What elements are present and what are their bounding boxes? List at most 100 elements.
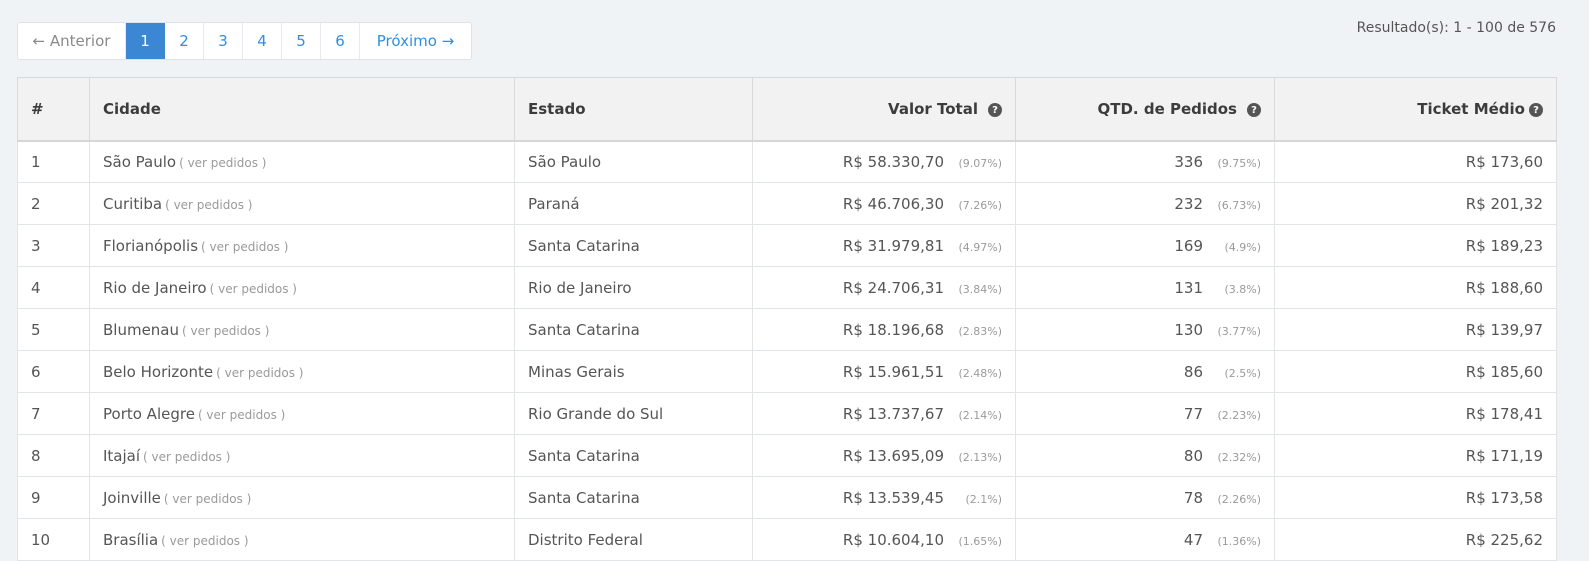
row-city: Itajaí( ver pedidos ) <box>89 434 515 477</box>
orders-value: 336 <box>1174 152 1203 171</box>
orders-value: 86 <box>1183 362 1203 381</box>
city-name: Porto Alegre <box>103 404 195 423</box>
pagination: ← Anterior 1 2 3 4 5 6 Próximo → <box>17 22 472 60</box>
row-orders: 80 (2.32%) <box>1015 434 1275 477</box>
total-value: R$ 15.961,51 <box>842 362 944 381</box>
page-button-2[interactable]: 2 <box>165 23 204 59</box>
table-row: 3 Florianópolis( ver pedidos ) Santa Cat… <box>17 224 1557 267</box>
row-index: 10 <box>17 518 90 561</box>
page-button-3[interactable]: 3 <box>204 23 243 59</box>
table-row: 5 Blumenau( ver pedidos ) Santa Catarina… <box>17 308 1557 351</box>
row-city: Porto Alegre( ver pedidos ) <box>89 392 515 435</box>
orders-percent: (2.5%) <box>1224 366 1261 380</box>
total-percent: (2.13%) <box>958 450 1002 464</box>
view-orders-link[interactable]: ( ver pedidos ) <box>201 240 288 254</box>
row-ticket: R$ 139,97 <box>1274 308 1557 351</box>
row-ticket: R$ 171,19 <box>1274 434 1557 477</box>
view-orders-link[interactable]: ( ver pedidos ) <box>198 408 285 422</box>
row-index: 4 <box>17 266 90 309</box>
page-button-4[interactable]: 4 <box>243 23 282 59</box>
total-value: R$ 18.196,68 <box>842 320 944 339</box>
view-orders-link[interactable]: ( ver pedidos ) <box>182 324 269 338</box>
row-total: R$ 24.706,31 (3.84%) <box>752 266 1016 309</box>
row-orders: 336 (9.75%) <box>1015 140 1275 183</box>
row-city: Brasília( ver pedidos ) <box>89 518 515 561</box>
orders-value: 78 <box>1183 488 1203 507</box>
view-orders-link[interactable]: ( ver pedidos ) <box>210 282 297 296</box>
row-orders: 131 (3.8%) <box>1015 266 1275 309</box>
header-total-label: Valor Total <box>888 99 978 118</box>
table-row: 7 Porto Alegre( ver pedidos ) Rio Grande… <box>17 392 1557 435</box>
view-orders-link[interactable]: ( ver pedidos ) <box>179 156 266 170</box>
city-name: Florianópolis <box>103 236 199 255</box>
page-button-5[interactable]: 5 <box>282 23 321 59</box>
total-percent: (1.65%) <box>958 534 1002 548</box>
row-total: R$ 10.604,10 (1.65%) <box>752 518 1016 561</box>
table-row: 10 Brasília( ver pedidos ) Distrito Fede… <box>17 518 1557 561</box>
total-percent: (3.84%) <box>958 282 1002 296</box>
city-name: Belo Horizonte <box>103 362 214 381</box>
view-orders-link[interactable]: ( ver pedidos ) <box>165 198 252 212</box>
total-value: R$ 13.695,09 <box>842 446 944 465</box>
row-index: 5 <box>17 308 90 351</box>
orders-percent: (1.36%) <box>1217 534 1261 548</box>
header-total[interactable]: Valor Total? <box>752 77 1016 142</box>
row-city: Joinville( ver pedidos ) <box>89 476 515 519</box>
question-circle-icon[interactable]: ? <box>1247 103 1261 118</box>
header-city[interactable]: Cidade <box>89 77 515 142</box>
row-index: 1 <box>17 140 90 183</box>
header-orders[interactable]: QTD. de Pedidos? <box>1015 77 1275 142</box>
row-ticket: R$ 173,60 <box>1274 140 1557 183</box>
row-total: R$ 15.961,51 (2.48%) <box>752 350 1016 393</box>
row-ticket: R$ 185,60 <box>1274 350 1557 393</box>
table-row: 6 Belo Horizonte( ver pedidos ) Minas Ge… <box>17 350 1557 393</box>
total-value: R$ 58.330,70 <box>842 152 944 171</box>
page-button-6[interactable]: 6 <box>321 23 360 59</box>
row-ticket: R$ 178,41 <box>1274 392 1557 435</box>
row-state: Minas Gerais <box>514 350 753 393</box>
orders-value: 80 <box>1183 446 1203 465</box>
row-total: R$ 13.539,45 (2.1%) <box>752 476 1016 519</box>
question-circle-icon[interactable]: ? <box>988 103 1002 118</box>
orders-value: 232 <box>1174 194 1203 213</box>
row-orders: 78 (2.26%) <box>1015 476 1275 519</box>
total-percent: (7.26%) <box>958 198 1002 212</box>
row-ticket: R$ 188,60 <box>1274 266 1557 309</box>
table-row: 8 Itajaí( ver pedidos ) Santa Catarina R… <box>17 434 1557 477</box>
table-row: 2 Curitiba( ver pedidos ) Paraná R$ 46.7… <box>17 182 1557 225</box>
row-orders: 86 (2.5%) <box>1015 350 1275 393</box>
header-state[interactable]: Estado <box>514 77 753 142</box>
orders-percent: (4.9%) <box>1224 240 1261 254</box>
total-value: R$ 46.706,30 <box>842 194 944 213</box>
row-orders: 47 (1.36%) <box>1015 518 1275 561</box>
question-circle-icon[interactable]: ? <box>1529 103 1543 118</box>
view-orders-link[interactable]: ( ver pedidos ) <box>216 366 303 380</box>
total-percent: (2.14%) <box>958 408 1002 422</box>
row-ticket: R$ 189,23 <box>1274 224 1557 267</box>
next-page-button[interactable]: Próximo → <box>360 23 471 59</box>
total-value: R$ 24.706,31 <box>842 278 944 297</box>
orders-percent: (2.26%) <box>1217 492 1261 506</box>
row-city: Florianópolis( ver pedidos ) <box>89 224 515 267</box>
city-name: Blumenau <box>103 320 180 339</box>
view-orders-link[interactable]: ( ver pedidos ) <box>161 534 248 548</box>
total-percent: (9.07%) <box>958 156 1002 170</box>
orders-percent: (2.23%) <box>1217 408 1261 422</box>
total-value: R$ 13.539,45 <box>842 488 944 507</box>
row-orders: 232 (6.73%) <box>1015 182 1275 225</box>
total-percent: (2.83%) <box>958 324 1002 338</box>
prev-page-button[interactable]: ← Anterior <box>18 23 126 59</box>
row-index: 6 <box>17 350 90 393</box>
view-orders-link[interactable]: ( ver pedidos ) <box>143 450 230 464</box>
row-total: R$ 46.706,30 (7.26%) <box>752 182 1016 225</box>
row-orders: 130 (3.77%) <box>1015 308 1275 351</box>
table-row: 4 Rio de Janeiro( ver pedidos ) Rio de J… <box>17 266 1557 309</box>
view-orders-link[interactable]: ( ver pedidos ) <box>164 492 251 506</box>
row-total: R$ 58.330,70 (9.07%) <box>752 140 1016 183</box>
city-name: Curitiba <box>103 194 163 213</box>
row-state: Distrito Federal <box>514 518 753 561</box>
header-ticket[interactable]: Ticket Médio? <box>1274 77 1557 142</box>
page-button-1[interactable]: 1 <box>126 23 165 59</box>
city-name: São Paulo <box>103 152 177 171</box>
row-orders: 77 (2.23%) <box>1015 392 1275 435</box>
